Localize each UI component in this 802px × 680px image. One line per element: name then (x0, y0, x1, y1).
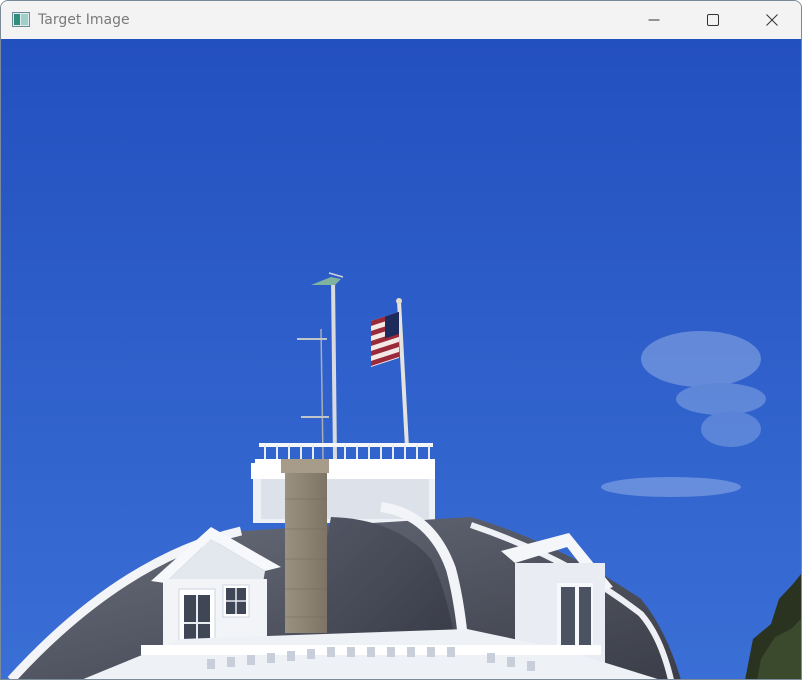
maximize-icon (707, 14, 719, 26)
title-bar[interactable]: Target Image (1, 1, 801, 39)
window-title: Target Image (38, 12, 130, 28)
chimney (281, 459, 329, 633)
photo-image (1, 39, 801, 679)
minimize-button[interactable] (625, 1, 683, 39)
close-icon (766, 14, 778, 26)
close-button[interactable] (743, 1, 801, 39)
image-window-icon (12, 12, 30, 27)
app-window: Target Image (0, 0, 802, 680)
image-canvas (1, 39, 801, 679)
maximize-button[interactable] (684, 1, 742, 39)
minimize-icon (648, 19, 660, 21)
